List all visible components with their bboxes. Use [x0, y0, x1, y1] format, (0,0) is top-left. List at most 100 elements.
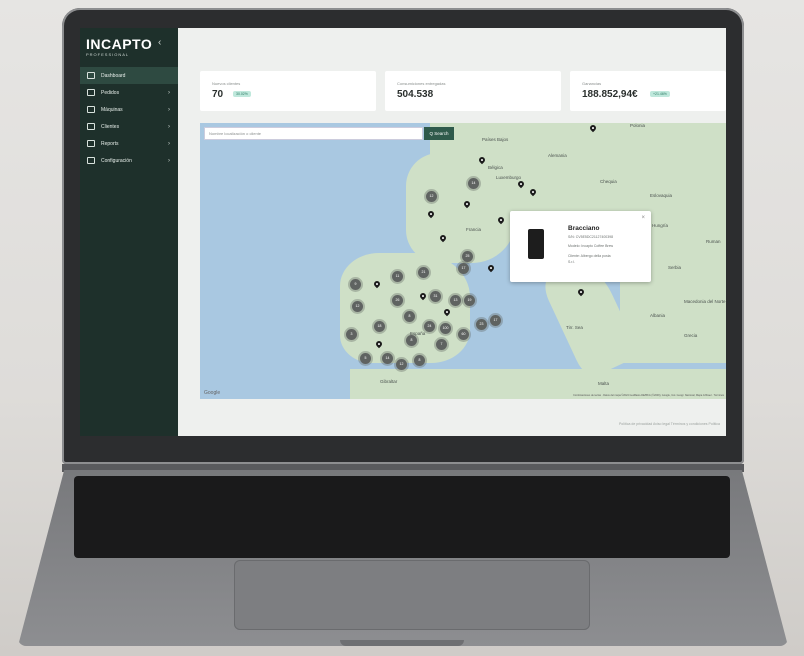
map-cluster[interactable]: 12	[426, 191, 437, 202]
map-cluster[interactable]: 24	[424, 321, 435, 332]
sidebar-item-reports[interactable]: Reports ›	[80, 135, 178, 152]
popup-serial: S/N: CV5E5DC21127400398	[568, 235, 614, 239]
map-label: Macedonia del Norte	[684, 299, 726, 304]
map-cluster[interactable]: 11	[392, 271, 403, 282]
map-cluster[interactable]: 31	[430, 291, 441, 302]
map-cluster[interactable]: 8	[406, 335, 417, 346]
map-label: Eslovaquia	[650, 193, 673, 198]
sidebar-item-pedidos[interactable]: Pedidos ›	[80, 84, 178, 101]
map-cluster[interactable]: 100	[440, 323, 451, 334]
map-label: Países Bajos	[482, 137, 509, 142]
footer-links[interactable]: Política de privacidad Aviso legal Térmi…	[619, 422, 720, 426]
stat-value: 70	[212, 89, 224, 100]
map-label: Bélgica	[488, 165, 503, 170]
map-cluster[interactable]: 18	[374, 321, 385, 332]
map-cluster[interactable]: 14	[382, 353, 393, 364]
stat-card-earnings: Ganancias 188.852,94€ +21.46%	[570, 71, 726, 111]
popup-model: Modelo: Incapto Coffee Brew	[568, 244, 614, 248]
map-cluster[interactable]: 19	[464, 295, 475, 306]
sidebar-item-configuracion[interactable]: Configuración ›	[80, 152, 178, 169]
sidebar: INCAPTO PROFESSIONAL ‹ Dashboard Pedidos…	[80, 28, 178, 436]
map-label: Francia	[466, 227, 482, 232]
map-cluster[interactable]: 26	[392, 295, 403, 306]
search-input[interactable]: Nombre localización o cliente	[204, 127, 423, 140]
map-cluster[interactable]: 13	[450, 295, 461, 306]
map-label: Albania	[650, 313, 666, 318]
popup-client: Cliente: Albergo della posta	[568, 254, 611, 258]
sidebar-item-label: Pedidos	[101, 89, 120, 96]
chevron-right-icon: ›	[168, 140, 170, 147]
machine-icon	[87, 106, 95, 113]
chevron-right-icon: ›	[168, 157, 170, 164]
map-label: Luxemburgo	[496, 175, 522, 180]
map-label: Hungría	[652, 223, 669, 228]
chart-icon	[87, 140, 95, 147]
map-label: Serbia	[668, 265, 682, 270]
main-content: Nuevos clientes 70 30.02% Consumiciones …	[178, 28, 726, 436]
brand-subtitle: PROFESSIONAL	[86, 52, 130, 57]
sidebar-item-maquinas[interactable]: Máquinas ›	[80, 101, 178, 118]
dashboard-icon	[87, 72, 95, 79]
map-attribution[interactable]: Combinaciones de teclas · Datos del mapa…	[573, 394, 724, 397]
map-cluster[interactable]: 9	[350, 279, 361, 290]
stat-label: Ganancias	[582, 81, 602, 86]
stat-value: 188.852,94€	[582, 89, 638, 100]
map-cluster[interactable]: 23	[476, 319, 487, 330]
map-cluster[interactable]: 12	[352, 301, 363, 312]
brand-logo: INCAPTO	[86, 36, 153, 52]
coffee-machine-image	[528, 229, 544, 259]
sidebar-item-label: Reports	[101, 140, 119, 147]
map-cluster[interactable]: 5	[360, 353, 371, 364]
map-label: Chequia	[600, 179, 617, 184]
chevron-left-icon[interactable]: ‹	[158, 37, 161, 48]
map-cluster[interactable]: 17	[490, 315, 501, 326]
popup-title: Bracciano	[568, 225, 600, 232]
close-icon[interactable]: ×	[641, 215, 645, 221]
sidebar-item-label: Configuración	[101, 157, 132, 164]
map-label: Tirr. Sea	[566, 325, 583, 330]
stat-badge: +21.46%	[650, 91, 670, 97]
stat-label: Nuevos clientes	[212, 81, 241, 86]
map-label: Alemania	[548, 153, 567, 158]
google-logo: Google	[204, 390, 221, 396]
map-cluster[interactable]: 60	[458, 329, 469, 340]
screen: INCAPTO PROFESSIONAL ‹ Dashboard Pedidos…	[80, 28, 726, 436]
bag-icon	[87, 89, 95, 96]
sidebar-item-label: Máquinas	[101, 106, 123, 113]
sidebar-item-label: Dashboard	[101, 72, 126, 79]
map-cluster[interactable]: 3	[346, 329, 357, 340]
chevron-right-icon: ›	[168, 89, 170, 96]
sidebar-menu: Dashboard Pedidos › Máquinas › Clientes › R…	[80, 67, 178, 169]
map-cluster[interactable]: 8	[404, 311, 415, 322]
stat-label: Consumiciones entregadas	[397, 81, 446, 86]
map-cluster[interactable]: 25	[462, 251, 473, 262]
map-cluster[interactable]: 14	[468, 178, 479, 189]
stat-card-new-clients: Nuevos clientes 70 30.02%	[200, 71, 376, 111]
touchpad	[234, 560, 590, 630]
map-label: Malta	[598, 381, 610, 386]
map[interactable]: Nombre localización o cliente Q Search P…	[200, 123, 726, 399]
map-cluster[interactable]: 21	[418, 267, 429, 278]
map-cluster[interactable]: 8	[414, 355, 425, 366]
sidebar-item-dashboard[interactable]: Dashboard	[80, 67, 178, 84]
map-cluster[interactable]: 7	[436, 339, 447, 350]
map-pin[interactable]	[486, 263, 496, 273]
users-icon	[87, 123, 95, 130]
map-label: Grecia	[684, 333, 698, 338]
map-label: Polonia	[630, 123, 646, 128]
map-label: Ruman	[706, 239, 721, 244]
sidebar-item-clientes[interactable]: Clientes ›	[80, 118, 178, 135]
machine-popup: × Bracciano S/N: CV5E5DC21127400398 Mode…	[510, 211, 651, 282]
map-cluster[interactable]: 17	[458, 263, 469, 274]
gear-icon	[87, 157, 95, 164]
popup-client-suffix: S.r.l.	[568, 260, 576, 264]
keyboard	[74, 476, 730, 558]
search-button[interactable]: Q Search	[424, 127, 454, 140]
stat-value: 504.538	[397, 89, 434, 100]
map-cluster[interactable]: 12	[396, 359, 407, 370]
stat-badge: 30.02%	[233, 91, 251, 97]
map-label: Gibraltar	[380, 379, 398, 384]
chevron-right-icon: ›	[168, 123, 170, 130]
stat-card-consumptions: Consumiciones entregadas 504.538	[385, 71, 561, 111]
laptop-front-notch	[340, 640, 464, 646]
